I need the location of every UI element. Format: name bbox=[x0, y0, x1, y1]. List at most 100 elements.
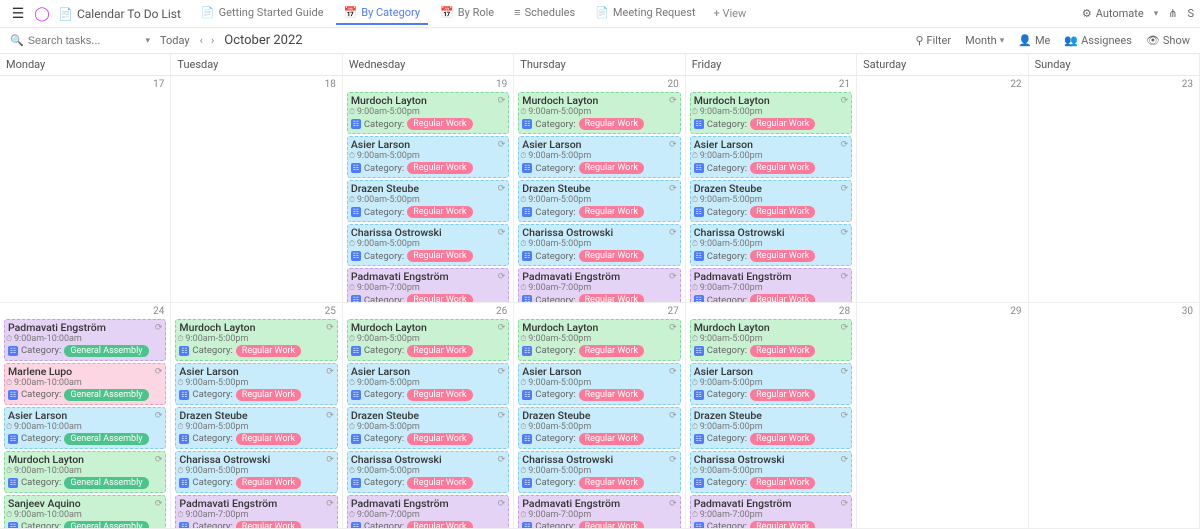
search-input-wrap[interactable]: 🔍 ▾ bbox=[10, 34, 150, 47]
event-card[interactable]: ⟳Asier Larson9:00am-5:00pm☷Category:Regu… bbox=[690, 136, 852, 178]
calendar-cell[interactable]: 17 bbox=[0, 76, 171, 303]
category-badge: Regular Work bbox=[236, 521, 301, 529]
calendar-cell[interactable]: 20⟳Murdoch Layton9:00am-5:00pm☷Category:… bbox=[514, 76, 685, 303]
event-card[interactable]: ⟳Asier Larson9:00am-5:00pm☷Category:Regu… bbox=[690, 363, 852, 405]
event-card[interactable]: ⟳Charissa Ostrowski9:00am-5:00pm☷Categor… bbox=[518, 224, 680, 266]
today-button[interactable]: Today bbox=[160, 34, 190, 47]
share-icon[interactable]: ⋔ bbox=[1168, 7, 1177, 20]
calendar-cell[interactable]: 19⟳Murdoch Layton9:00am-5:00pm☷Category:… bbox=[343, 76, 514, 303]
prev-month-button[interactable]: ‹ bbox=[200, 34, 203, 47]
event-card[interactable]: ⟳Murdoch Layton9:00am-5:00pm☷Category:Re… bbox=[518, 319, 680, 361]
event-card[interactable]: ⟳Drazen Steube9:00am-5:00pm☷Category:Reg… bbox=[175, 407, 337, 449]
calendar-cell[interactable]: 29 bbox=[857, 303, 1028, 529]
search-chevron-icon[interactable]: ▾ bbox=[145, 36, 150, 46]
event-card[interactable]: ⟳Asier Larson9:00am-5:00pm☷Category:Regu… bbox=[518, 363, 680, 405]
tab-schedules[interactable]: ≡Schedules bbox=[506, 2, 583, 25]
event-card[interactable]: ⟳Padmavati Engström9:00am-7:00pm☷Categor… bbox=[690, 495, 852, 529]
event-card[interactable]: ⟳Murdoch Layton9:00am-5:00pm☷Category:Re… bbox=[347, 92, 509, 134]
event-card[interactable]: ⟳Asier Larson9:00am-5:00pm☷Category:Regu… bbox=[347, 363, 509, 405]
add-view-button[interactable]: + View bbox=[705, 3, 754, 24]
event-card[interactable]: ⟳Padmavati Engström9:00am-7:00pm☷Categor… bbox=[347, 268, 509, 303]
calendar-cell[interactable]: 25⟳Murdoch Layton9:00am-5:00pm☷Category:… bbox=[171, 303, 342, 529]
category-label: Category: bbox=[364, 163, 404, 174]
event-card[interactable]: ⟳Drazen Steube9:00am-5:00pm☷Category:Reg… bbox=[347, 180, 509, 222]
month-dropdown[interactable]: Month▾ bbox=[965, 34, 1004, 47]
me-button[interactable]: 👤Me bbox=[1018, 34, 1050, 47]
event-title: Asier Larson bbox=[351, 366, 505, 378]
tab-by-category[interactable]: 📅By Category bbox=[336, 2, 429, 25]
event-card[interactable]: ⟳Padmavati Engström9:00am-7:00pm☷Categor… bbox=[347, 495, 509, 529]
category-badge: Regular Work bbox=[236, 345, 301, 357]
filter-button[interactable]: ⚲Filter bbox=[915, 34, 951, 47]
category-badge: Regular Work bbox=[407, 389, 472, 401]
category-label: Category: bbox=[535, 433, 575, 444]
assignees-button[interactable]: 👥Assignees bbox=[1064, 34, 1132, 47]
event-card[interactable]: ⟳Padmavati Engström9:00am-7:00pm☷Categor… bbox=[690, 268, 852, 303]
event-card[interactable]: ⟳Murdoch Layton9:00am-10:00am☷Category:G… bbox=[4, 451, 166, 493]
event-card[interactable]: ⟳Padmavati Engström9:00am-10:00am☷Catego… bbox=[4, 319, 166, 361]
chevron-down-icon[interactable]: ▾ bbox=[1154, 9, 1159, 19]
recurring-icon: ⟳ bbox=[669, 96, 677, 106]
event-card[interactable]: ⟳Padmavati Engström9:00am-7:00pm☷Categor… bbox=[518, 268, 680, 303]
event-card[interactable]: ⟳Drazen Steube9:00am-5:00pm☷Category:Reg… bbox=[347, 407, 509, 449]
next-month-button[interactable]: › bbox=[211, 34, 214, 47]
tab-getting-started-guide[interactable]: 📄Getting Started Guide bbox=[193, 2, 332, 25]
event-card[interactable]: ⟳Padmavati Engström9:00am-7:00pm☷Categor… bbox=[518, 495, 680, 529]
event-time: 9:00am-5:00pm bbox=[694, 334, 848, 344]
category-badge: Regular Work bbox=[579, 206, 644, 218]
event-card[interactable]: ⟳Murdoch Layton9:00am-5:00pm☷Category:Re… bbox=[175, 319, 337, 361]
event-card[interactable]: ⟳Sanjeev Aquino9:00am-10:00am☷Category:G… bbox=[4, 495, 166, 529]
event-card[interactable]: ⟳Drazen Steube9:00am-5:00pm☷Category:Reg… bbox=[690, 180, 852, 222]
event-card[interactable]: ⟳Asier Larson9:00am-5:00pm☷Category:Regu… bbox=[518, 136, 680, 178]
event-card[interactable]: ⟳Charissa Ostrowski9:00am-5:00pm☷Categor… bbox=[347, 451, 509, 493]
event-card[interactable]: ⟳Murdoch Layton9:00am-5:00pm☷Category:Re… bbox=[690, 319, 852, 361]
event-title: Padmavati Engström bbox=[522, 271, 676, 283]
event-title: Drazen Steube bbox=[351, 410, 505, 422]
recurring-icon: ⟳ bbox=[841, 499, 849, 509]
event-card[interactable]: ⟳Padmavati Engström9:00am-7:00pm☷Categor… bbox=[175, 495, 337, 529]
tab-meeting-request[interactable]: 📄Meeting Request bbox=[587, 2, 703, 25]
event-card[interactable]: ⟳Drazen Steube9:00am-5:00pm☷Category:Reg… bbox=[518, 407, 680, 449]
breadcrumb[interactable]: 📄 Calendar To Do List bbox=[58, 7, 181, 21]
menu-toggle-button[interactable]: ☰ bbox=[6, 6, 30, 22]
calendar-cell[interactable]: 24⟳Padmavati Engström9:00am-10:00am☷Cate… bbox=[0, 303, 171, 529]
event-card[interactable]: ⟳Charissa Ostrowski9:00am-5:00pm☷Categor… bbox=[690, 224, 852, 266]
event-card[interactable]: ⟳Charissa Ostrowski9:00am-5:00pm☷Categor… bbox=[518, 451, 680, 493]
calendar-cell[interactable]: 23 bbox=[1029, 76, 1200, 303]
event-card[interactable]: ⟳Asier Larson9:00am-5:00pm☷Category:Regu… bbox=[347, 136, 509, 178]
event-card[interactable]: ⟳Charissa Ostrowski9:00am-5:00pm☷Categor… bbox=[347, 224, 509, 266]
workspace-logo-icon[interactable]: ◯ bbox=[32, 4, 52, 24]
tab-by-role[interactable]: 📅By Role bbox=[432, 2, 502, 25]
event-card[interactable]: ⟳Murdoch Layton9:00am-5:00pm☷Category:Re… bbox=[347, 319, 509, 361]
event-card[interactable]: ⟳Drazen Steube9:00am-5:00pm☷Category:Reg… bbox=[690, 407, 852, 449]
calendar-cell[interactable]: 28⟳Murdoch Layton9:00am-5:00pm☷Category:… bbox=[686, 303, 857, 529]
event-time: 9:00am-7:00pm bbox=[351, 510, 505, 520]
calendar-cell[interactable]: 26⟳Murdoch Layton9:00am-5:00pm☷Category:… bbox=[343, 303, 514, 529]
recurring-icon: ⟳ bbox=[498, 367, 506, 377]
event-card[interactable]: ⟳Marlene Lupo9:00am-10:00am☷Category:Gen… bbox=[4, 363, 166, 405]
calendar-cell[interactable]: 22 bbox=[857, 76, 1028, 303]
calendar-cell[interactable]: 21⟳Murdoch Layton9:00am-5:00pm☷Category:… bbox=[686, 76, 857, 303]
event-card[interactable]: ⟳Murdoch Layton9:00am-5:00pm☷Category:Re… bbox=[690, 92, 852, 134]
event-card[interactable]: ⟳Charissa Ostrowski9:00am-5:00pm☷Categor… bbox=[175, 451, 337, 493]
event-card[interactable]: ⟳Charissa Ostrowski9:00am-5:00pm☷Categor… bbox=[690, 451, 852, 493]
event-title: Asier Larson bbox=[8, 410, 162, 422]
calendar-cell[interactable]: 18 bbox=[171, 76, 342, 303]
event-card[interactable]: ⟳Asier Larson9:00am-5:00pm☷Category:Regu… bbox=[175, 363, 337, 405]
calendar-cell[interactable]: 27⟳Murdoch Layton9:00am-5:00pm☷Category:… bbox=[514, 303, 685, 529]
event-card[interactable]: ⟳Murdoch Layton9:00am-5:00pm☷Category:Re… bbox=[518, 92, 680, 134]
automate-button[interactable]: ⚙ Automate bbox=[1082, 7, 1144, 20]
tab-label: By Category bbox=[361, 6, 420, 19]
category-label: Category: bbox=[535, 521, 575, 529]
event-title: Padmavati Engström bbox=[694, 498, 848, 510]
tab-label: Schedules bbox=[525, 6, 576, 19]
event-card[interactable]: ⟳Drazen Steube9:00am-5:00pm☷Category:Reg… bbox=[518, 180, 680, 222]
category-badge: Regular Work bbox=[407, 162, 472, 174]
calendar-cell[interactable]: 30 bbox=[1029, 303, 1200, 529]
show-button[interactable]: 👁Show bbox=[1146, 34, 1190, 47]
category-icon: ☷ bbox=[522, 434, 532, 444]
event-title: Padmavati Engström bbox=[8, 322, 162, 334]
event-card[interactable]: ⟳Asier Larson9:00am-10:00am☷Category:Gen… bbox=[4, 407, 166, 449]
search-input[interactable] bbox=[28, 35, 142, 47]
category-label: Category: bbox=[707, 295, 747, 303]
